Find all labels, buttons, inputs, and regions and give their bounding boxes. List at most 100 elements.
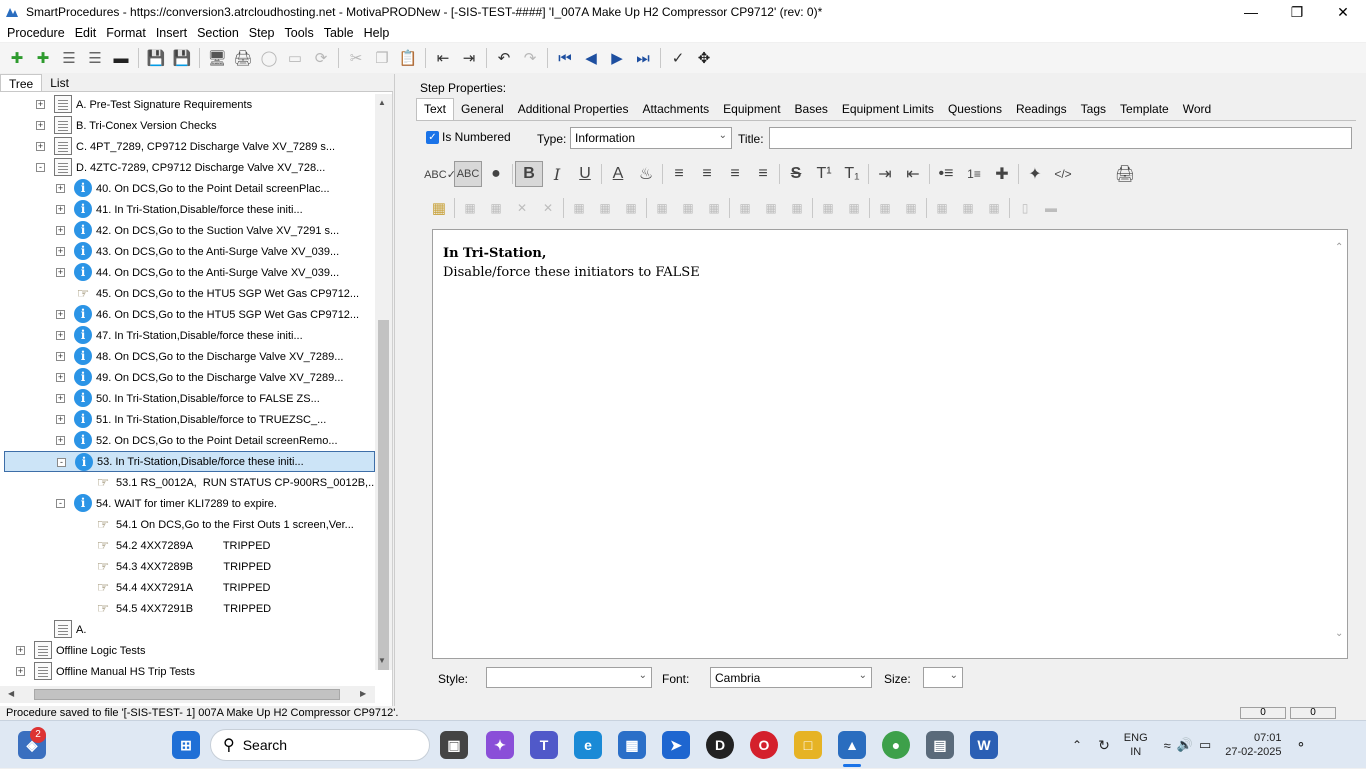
tree-item[interactable]: A.: [4, 619, 375, 640]
tab-tags[interactable]: Tags: [1074, 99, 1113, 120]
chrome-icon[interactable]: ●: [882, 731, 910, 759]
power-automate-icon[interactable]: ➤: [662, 731, 690, 759]
restore-button[interactable]: ❐: [1274, 0, 1320, 24]
menu-section[interactable]: Section: [192, 26, 244, 40]
refresh-icon[interactable]: ◯: [256, 45, 282, 71]
notifications-icon[interactable]: ⚬: [1296, 737, 1307, 753]
table-icon-21[interactable]: ▯: [1012, 197, 1038, 219]
first-icon[interactable]: ⏮: [552, 45, 578, 71]
expand-icon[interactable]: +: [56, 268, 65, 277]
scroll-right-icon[interactable]: ▶: [360, 689, 366, 698]
tree-item[interactable]: + i 49. On DCS,Go to the Discharge Valve X…: [4, 367, 375, 388]
collapse-icon[interactable]: -: [36, 163, 45, 172]
tree-item[interactable]: + i 43. On DCS,Go to the Anti-Surge Valve …: [4, 241, 375, 262]
tree-item[interactable]: - D. 4ZTC-7289, CP9712 Discharge Valve XV…: [4, 157, 375, 178]
tree-item[interactable]: ☞ 54.5 4XX7291B TRIPPED: [4, 598, 375, 619]
save-icon[interactable]: 💾: [169, 45, 195, 71]
network-sync-icon[interactable]: ↻: [1098, 737, 1110, 754]
print-icon[interactable]: 🖨: [230, 45, 256, 71]
outdent-icon[interactable]: ⇤: [899, 161, 927, 187]
tab-equipment-limits[interactable]: Equipment Limits: [835, 99, 941, 120]
editor-scrollbar[interactable]: ⌃ ⌄: [1333, 230, 1347, 658]
redo-arrow-icon[interactable]: ↷: [517, 45, 543, 71]
align-left-icon[interactable]: ≡: [665, 161, 693, 187]
close-button[interactable]: ✕: [1320, 0, 1366, 24]
expand-icon[interactable]: +: [56, 373, 65, 382]
clock[interactable]: 07:01 27-02-2025: [1225, 731, 1281, 759]
tree-item[interactable]: + i 42. On DCS,Go to the Suction Valve XV_…: [4, 220, 375, 241]
paste-icon[interactable]: 📋: [395, 45, 421, 71]
magic-wand-icon[interactable]: ✦: [1021, 161, 1049, 187]
list-icon[interactable]: ☰: [56, 45, 82, 71]
table-icon-11[interactable]: ▦: [732, 197, 758, 219]
tab-attachments[interactable]: Attachments: [635, 99, 716, 120]
frame-icon[interactable]: ▭: [282, 45, 308, 71]
tree-item[interactable]: + i 41. In Tri-Station,Disable/force these…: [4, 199, 375, 220]
previous-icon[interactable]: ◀: [578, 45, 604, 71]
size-select[interactable]: ⌄: [923, 667, 963, 688]
start-icon[interactable]: ⊞: [172, 731, 200, 759]
table-icon-22[interactable]: ▬: [1038, 197, 1064, 219]
tree-item[interactable]: ☞ 54.4 4XX7291A TRIPPED: [4, 577, 375, 598]
table-icon-8[interactable]: ▦: [649, 197, 675, 219]
table-icon-7[interactable]: ▦: [618, 197, 644, 219]
battery-icon[interactable]: ▭: [1199, 737, 1211, 753]
expand-icon[interactable]: +: [56, 184, 65, 193]
tree-item[interactable]: ☞ 54.2 4XX7289A TRIPPED: [4, 535, 375, 556]
redo-icon[interactable]: ⟳: [308, 45, 334, 71]
tree-item[interactable]: - i 53. In Tri-Station,Disable/force these…: [4, 451, 375, 472]
tab-text[interactable]: Text: [416, 98, 455, 120]
table-icon-3[interactable]: ✕: [509, 197, 535, 219]
table-icon-9[interactable]: ▦: [675, 197, 701, 219]
chevron-down-icon[interactable]: ⌄: [1335, 628, 1343, 639]
wifi-icon[interactable]: ≈: [1164, 738, 1171, 753]
indent-icon[interactable]: ⇥: [456, 45, 482, 71]
menu-tools[interactable]: Tools: [280, 26, 319, 40]
cut-icon[interactable]: ✂: [343, 45, 369, 71]
expand-icon[interactable]: +: [56, 310, 65, 319]
expand-icon[interactable]: +: [36, 100, 45, 109]
bold-icon[interactable]: B: [515, 161, 543, 187]
fill-color-icon[interactable]: ♨: [632, 161, 660, 187]
tree-item[interactable]: + i 47. In Tri-Station,Disable/force these…: [4, 325, 375, 346]
tab-template[interactable]: Template: [1113, 99, 1176, 120]
table-icon-16[interactable]: ▦: [872, 197, 898, 219]
scroll-thumb[interactable]: [378, 320, 389, 670]
tab-word[interactable]: Word: [1176, 99, 1218, 120]
tab-questions[interactable]: Questions: [941, 99, 1009, 120]
edge-icon[interactable]: e: [574, 731, 602, 759]
expand-icon[interactable]: +: [56, 247, 65, 256]
add-child-icon[interactable]: ✚: [30, 45, 56, 71]
teams-icon[interactable]: T: [530, 731, 558, 759]
tree-item[interactable]: + Offline Manual HS Trip Tests: [4, 661, 375, 682]
pane-splitter[interactable]: [394, 74, 402, 706]
expand-icon[interactable]: +: [56, 226, 65, 235]
dell-icon[interactable]: D: [706, 731, 734, 759]
table-icon-18[interactable]: ▦: [929, 197, 955, 219]
print-icon[interactable]: 🖨: [1111, 161, 1139, 187]
step-text-editor[interactable]: In Tri-Station, Disable/force these init…: [432, 229, 1348, 659]
tree-item[interactable]: + i 50. In Tri-Station,Disable/force to FA…: [4, 388, 375, 409]
menu-insert[interactable]: Insert: [151, 26, 192, 40]
scroll-down-icon[interactable]: ▼: [378, 656, 386, 665]
table-icon-12[interactable]: ▦: [758, 197, 784, 219]
type-select[interactable]: Information ⌄: [570, 127, 732, 149]
tab-equipment[interactable]: Equipment: [716, 99, 787, 120]
last-icon[interactable]: ⏭: [630, 45, 656, 71]
tree-item[interactable]: - i 54. WAIT for timer KLI7289 to expire.: [4, 493, 375, 514]
tab-bases[interactable]: Bases: [788, 99, 835, 120]
menu-edit[interactable]: Edit: [70, 26, 102, 40]
tree-item[interactable]: ☞ 54.3 4XX7289B TRIPPED: [4, 556, 375, 577]
auto-spell-icon[interactable]: ABC: [454, 161, 482, 187]
next-icon[interactable]: ▶: [604, 45, 630, 71]
expand-icon[interactable]: +: [36, 121, 45, 130]
remote-desktop-icon[interactable]: ▤: [926, 731, 954, 759]
table-icon-19[interactable]: ▦: [955, 197, 981, 219]
table-icon-17[interactable]: ▦: [898, 197, 924, 219]
justify-icon[interactable]: ≡: [749, 161, 777, 187]
file-explorer-icon[interactable]: □: [794, 731, 822, 759]
tree-item[interactable]: ☞ 53.1 RS_0012A, RUN STATUS CP-900RS_0012…: [4, 472, 375, 493]
spell-check-icon[interactable]: ✓: [665, 45, 691, 71]
align-right-icon[interactable]: ≡: [721, 161, 749, 187]
is-numbered-checkbox[interactable]: ✓: [426, 131, 439, 144]
